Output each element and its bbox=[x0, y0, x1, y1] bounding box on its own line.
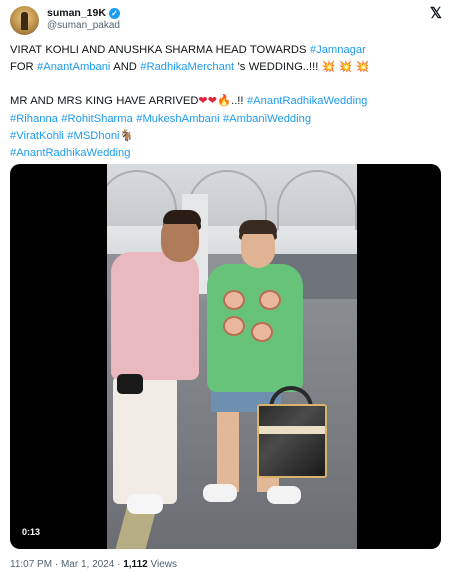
shirt-patch bbox=[223, 316, 245, 336]
video-player[interactable]: 0:13 bbox=[10, 164, 441, 549]
tweet-line-1: VIRAT KOHLI AND ANUSHKA SHARMA HEAD TOWA… bbox=[10, 42, 442, 59]
collision-emoji: 💥 💥 💥 bbox=[321, 61, 370, 74]
tweet-line-2: FOR #AnantAmbani AND #RadhikaMerchant 's… bbox=[10, 59, 442, 76]
video-frame bbox=[107, 164, 357, 549]
tweet-text: VIRAT KOHLI AND ANUSHKA SHARMA HEAD TOWA… bbox=[10, 42, 442, 162]
tweet-line-3: MR AND MRS KING HAVE ARRIVED❤❤🔥..!! #Ana… bbox=[10, 93, 442, 110]
shirt-patch bbox=[259, 290, 281, 310]
author-name-row: suman_19K ✓ bbox=[47, 6, 120, 20]
tweet-text-segment: ..!! bbox=[231, 95, 247, 108]
roof-arch bbox=[277, 170, 357, 230]
x-logo-icon: 𝕏 bbox=[429, 5, 442, 22]
man-shoe bbox=[127, 494, 163, 514]
tweet-text-segment: FOR bbox=[10, 61, 38, 74]
tweet-date[interactable]: Mar 1, 2024 bbox=[61, 559, 114, 570]
tweet-text-segment: MR AND MRS KING HAVE ARRIVED bbox=[10, 95, 199, 108]
hashtag-link[interactable]: #Jamnagar bbox=[310, 44, 366, 56]
man-hair-top bbox=[163, 210, 201, 224]
tweet-meta: 11:07 PM · Mar 1, 2024 · 1,112 Views bbox=[10, 559, 177, 570]
avatar[interactable] bbox=[10, 6, 39, 35]
meta-separator: · bbox=[114, 559, 124, 570]
man-shirt bbox=[111, 252, 199, 380]
woman-hair-top bbox=[239, 220, 277, 234]
tote-bag-band bbox=[259, 426, 325, 434]
woman-shoe bbox=[203, 484, 237, 502]
author-display-name[interactable]: suman_19K bbox=[47, 7, 106, 19]
heart-emoji: ❤❤ bbox=[198, 95, 218, 108]
hashtag-link[interactable]: #AnantRadhikaWedding bbox=[247, 95, 367, 107]
verified-badge-icon: ✓ bbox=[108, 7, 120, 19]
hashtag-link[interactable]: #RadhikaMerchant bbox=[140, 61, 234, 73]
hashtag-link[interactable]: #AnantRadhikaWedding bbox=[10, 145, 442, 162]
hashtag-link[interactable]: #ViratKohli #MSDhoni bbox=[10, 130, 120, 142]
tweet-time[interactable]: 11:07 PM bbox=[10, 559, 52, 570]
hashtag-link[interactable]: #AnantAmbani bbox=[37, 61, 110, 73]
meta-separator: · bbox=[52, 559, 61, 570]
tweet-line-5: #ViratKohli #MSDhoni🐐 bbox=[10, 128, 442, 145]
tweet-text-segment: 's WEDDING..!!! bbox=[234, 61, 322, 74]
fire-emoji: 🔥 bbox=[217, 95, 232, 108]
man-trousers bbox=[113, 376, 177, 504]
woman-leg bbox=[217, 410, 239, 492]
hashtag-link[interactable]: #Rihanna #RohitSharma #MukeshAmbani #Amb… bbox=[10, 111, 442, 128]
views-label: Views bbox=[147, 559, 177, 570]
video-background-roof bbox=[107, 164, 357, 230]
tweet-header: suman_19K ✓ @suman_pakad 𝕏 bbox=[10, 5, 442, 35]
tweet-card: suman_19K ✓ @suman_pakad 𝕏 VIRAT KOHLI A… bbox=[0, 0, 452, 572]
views-count: 1,112 bbox=[123, 559, 148, 570]
man-small-bag bbox=[117, 374, 143, 394]
tweet-text-segment: VIRAT KOHLI AND ANUSHKA SHARMA HEAD TOWA… bbox=[10, 44, 310, 56]
woman-shoe bbox=[267, 486, 301, 504]
shirt-patch bbox=[251, 322, 273, 342]
tweet-text-segment: AND bbox=[110, 61, 141, 74]
author-handle[interactable]: @suman_pakad bbox=[47, 20, 120, 31]
goat-emoji: 🐐 bbox=[119, 129, 134, 142]
tote-bag bbox=[257, 404, 327, 478]
shirt-patch bbox=[223, 290, 245, 310]
video-elapsed-time: 0:13 bbox=[22, 527, 41, 537]
